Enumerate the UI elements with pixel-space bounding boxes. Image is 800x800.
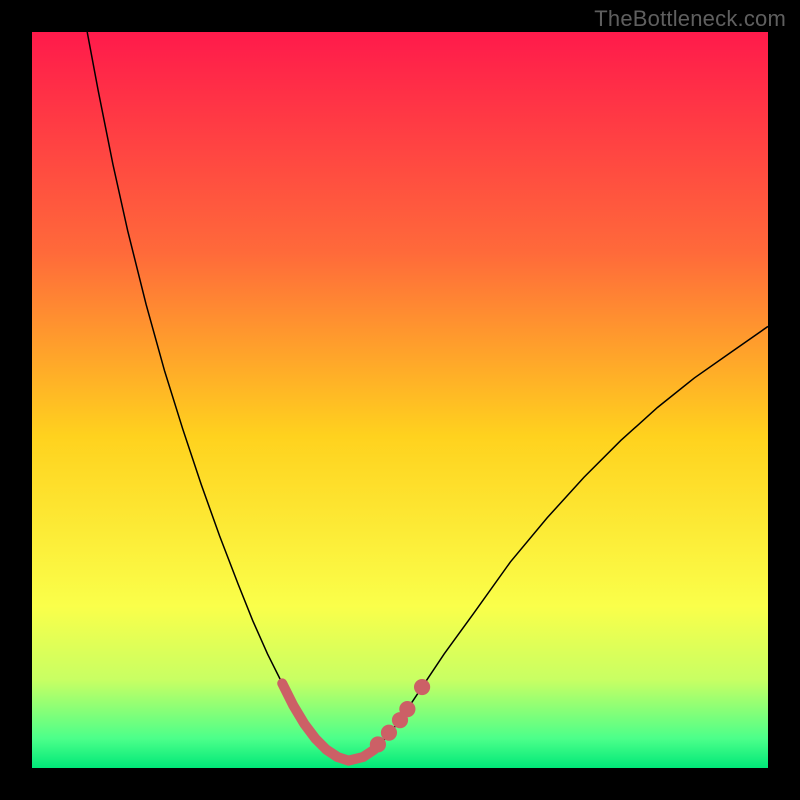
- chart-background: [32, 32, 768, 768]
- highlight-dot: [370, 736, 386, 752]
- highlight-dot: [399, 701, 415, 717]
- highlight-dot: [414, 679, 430, 695]
- highlight-dot: [381, 725, 397, 741]
- chart-plot: [32, 32, 768, 768]
- chart-frame: TheBottleneck.com: [0, 0, 800, 800]
- watermark-text: TheBottleneck.com: [594, 6, 786, 32]
